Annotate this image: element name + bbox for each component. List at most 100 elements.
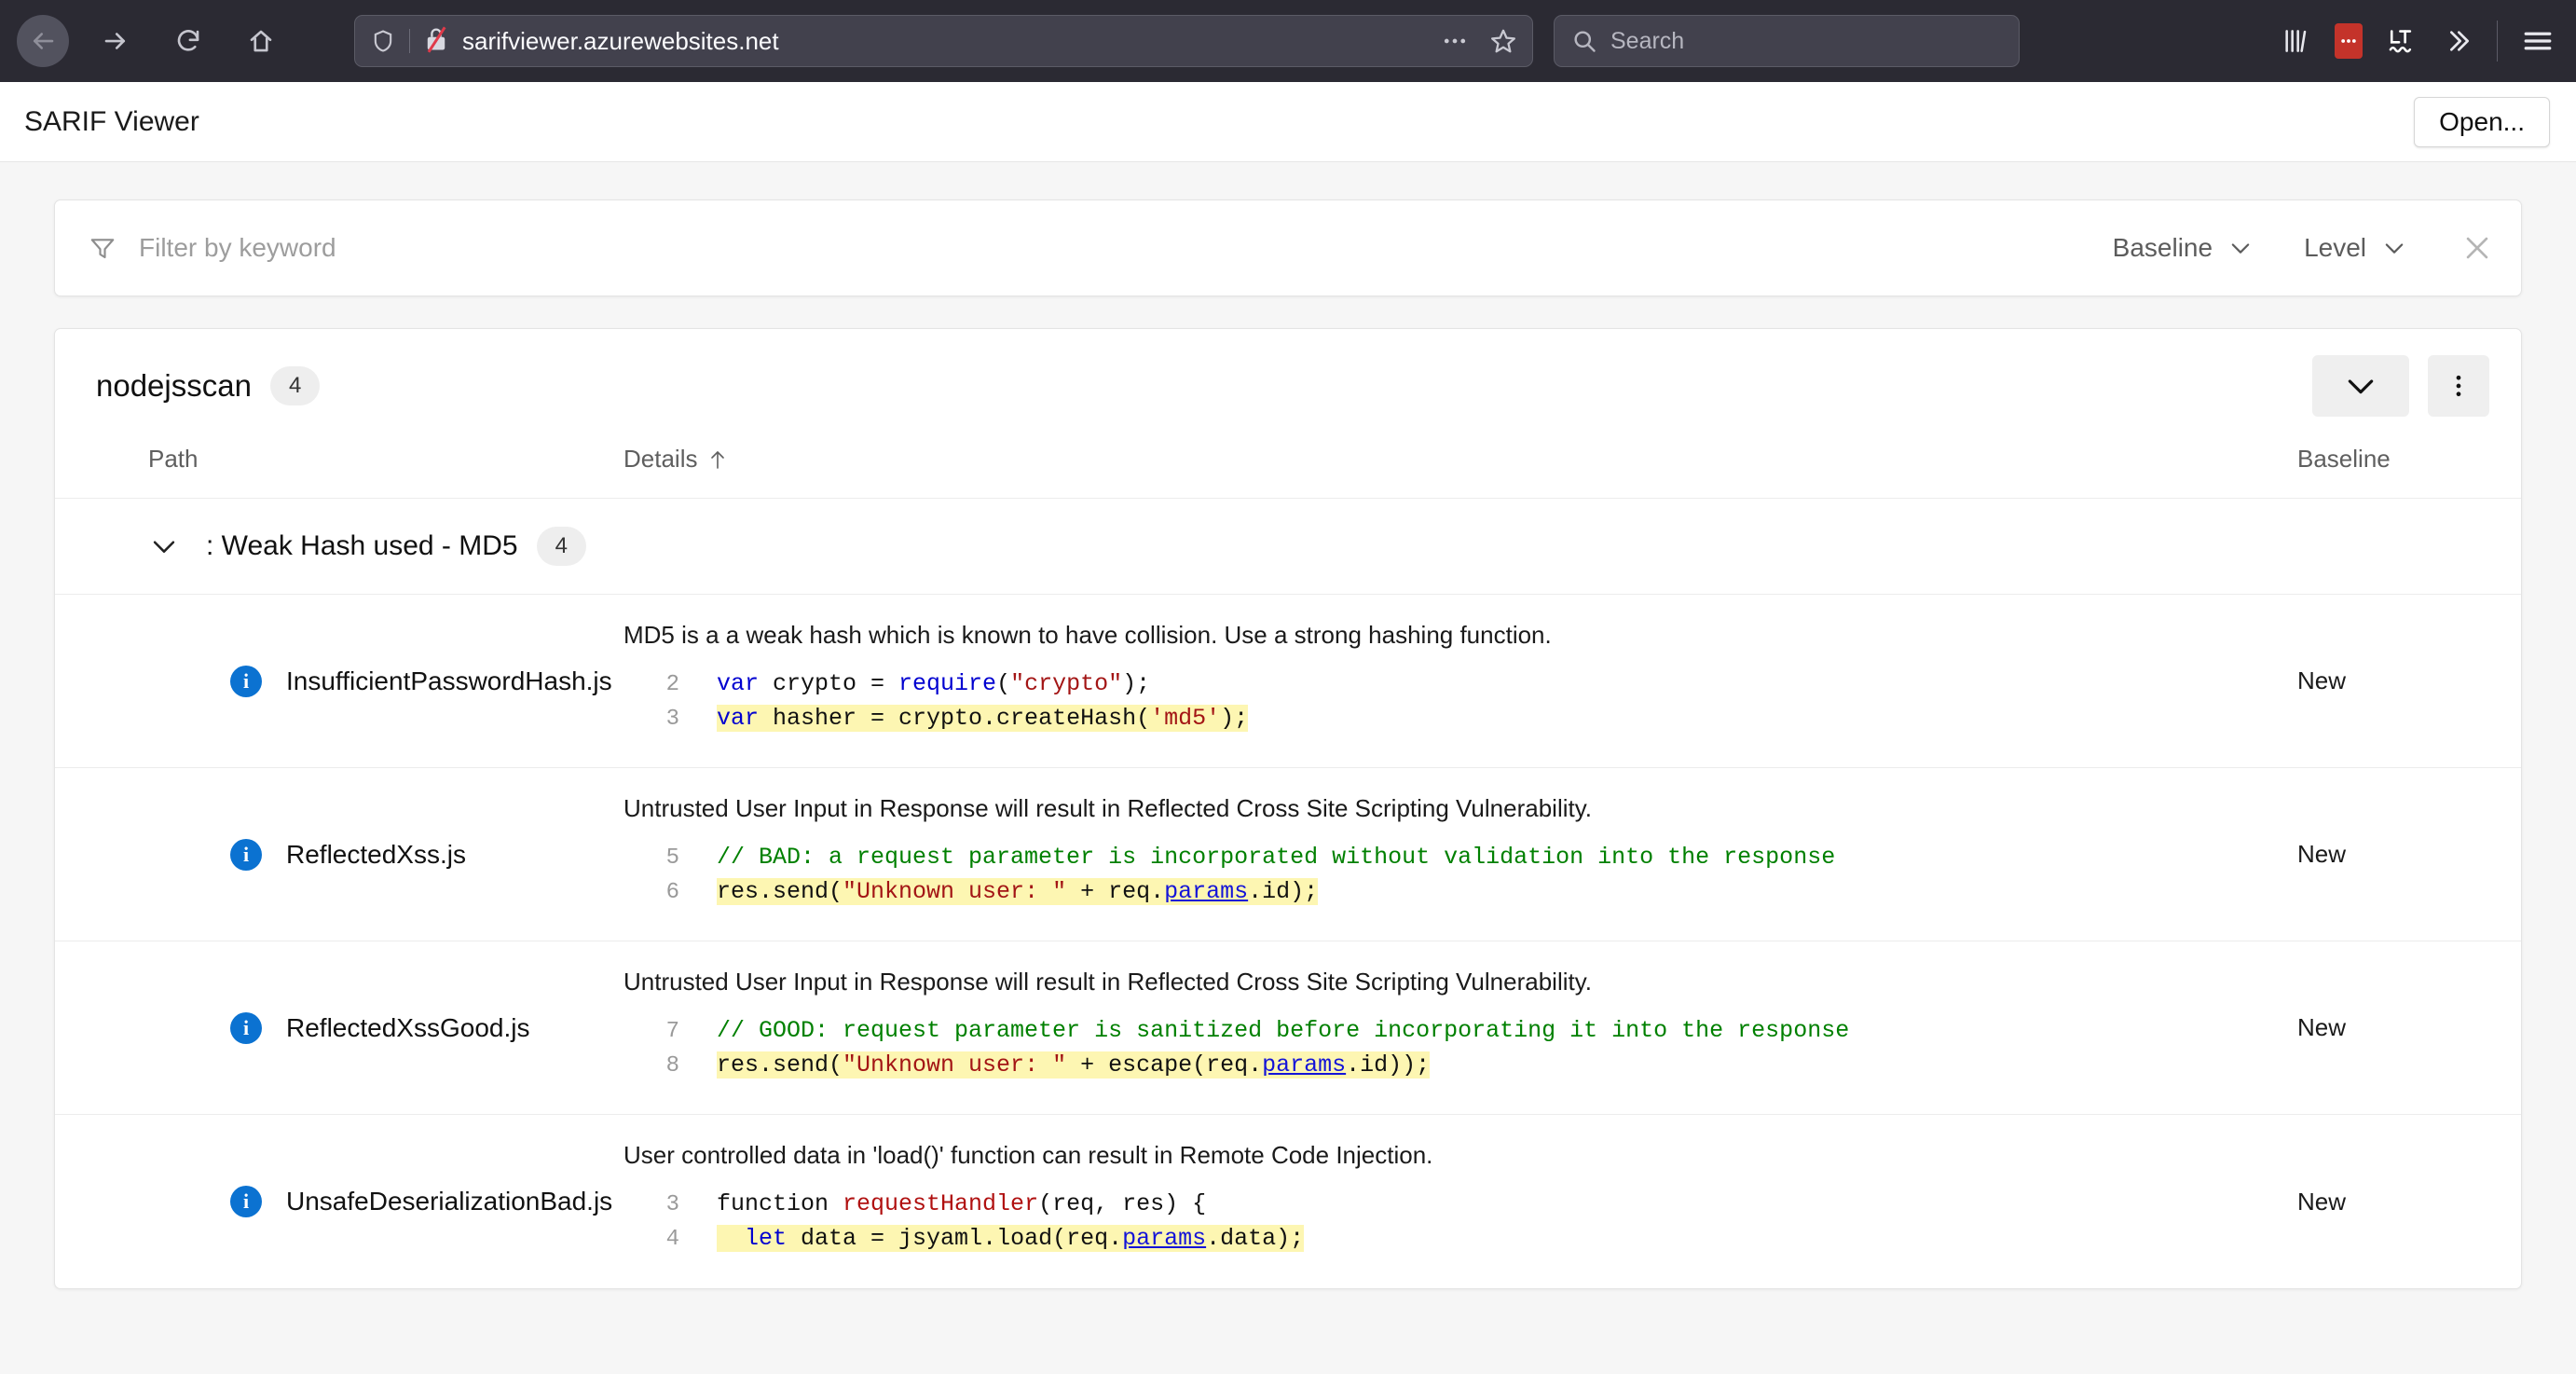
column-header-path[interactable]: Path [55,445,614,474]
code-token-str: "crypto" [1010,670,1122,697]
table-column-headers: Path Details Baseline [55,437,2521,499]
row-path-cell: i UnsafeDeserializationBad.js [55,1115,614,1288]
row-file-name[interactable]: ReflectedXssGood.js [286,1013,529,1043]
chevron-down-icon [2381,235,2407,261]
back-button[interactable] [17,15,69,67]
info-icon: i [230,666,262,697]
row-baseline: New [2241,1115,2521,1288]
code-line-number: 6 [623,880,679,905]
code-token-kw: var [717,705,759,732]
code-token-link[interactable]: params [1262,1051,1346,1079]
shield-icon[interactable] [370,28,396,54]
chevron-down-icon [2342,367,2379,405]
code-token-pln: hasher = crypto.createHash( [759,705,1150,732]
column-header-baseline[interactable]: Baseline [2241,445,2521,474]
table-row[interactable]: i InsufficientPasswordHash.js MD5 is a a w… [55,595,2521,768]
code-line-text: res.send("Unknown user: " + req.params.i… [717,878,1318,905]
library-icon[interactable] [2281,26,2310,56]
code-line: 2var crypto = require("crypto"); [623,670,2232,697]
code-token-pln: (req, res) { [1038,1190,1206,1217]
code-token-pln: + escape(req. [1066,1051,1262,1079]
ellipsis-icon[interactable] [1441,27,1469,55]
code-token-kw: var [717,670,759,697]
code-line: 8res.send("Unknown user: " + escape(req.… [623,1051,2232,1079]
reload-button[interactable] [162,15,214,67]
results-card: nodejsscan 4 Path Details [54,328,2522,1289]
funnel-icon [89,234,116,262]
code-token-str: 'md5' [1150,705,1220,732]
code-line-text: // BAD: a request parameter is incorpora… [717,844,1835,871]
star-icon[interactable] [1489,27,1517,55]
code-line-text: // GOOD: request parameter is sanitized … [717,1017,1849,1044]
code-line: 3function requestHandler(req, res) { [623,1190,2232,1217]
code-line-text: var hasher = crypto.createHash('md5'); [717,705,1248,732]
hamburger-menu-icon[interactable] [2522,25,2554,57]
code-line-number: 5 [623,845,679,871]
browser-search-bar[interactable]: Search [1554,15,2020,67]
broken-lock-icon[interactable] [423,25,449,58]
code-line-text: var crypto = require("crypto"); [717,670,1150,697]
chevrons-right-icon[interactable] [2443,26,2473,56]
code-token-link[interactable]: params [1164,878,1248,905]
column-header-details[interactable]: Details [614,445,2241,474]
table-row[interactable]: i ReflectedXss.js Untrusted User Input in … [55,768,2521,941]
info-icon: i [230,839,262,871]
languagetool-icon[interactable] [2387,25,2418,57]
row-message: Untrusted User Input in Response will re… [623,794,2232,823]
code-token-pln: ); [1220,705,1248,732]
row-message: Untrusted User Input in Response will re… [623,968,2232,996]
code-token-red: requestHandler [843,1190,1038,1217]
row-baseline: New [2241,595,2521,767]
table-row[interactable]: i UnsafeDeserializationBad.jsUser control… [55,1115,2521,1288]
sort-ascending-arrow-icon [706,447,729,473]
row-baseline: New [2241,768,2521,941]
collapse-all-button[interactable] [2312,355,2409,417]
code-token-fn: require [898,670,996,697]
row-file-name[interactable]: ReflectedXss.js [286,840,466,870]
code-line-text: function requestHandler(req, res) { [717,1190,1206,1217]
result-group-header[interactable]: : Weak Hash used - MD5 4 [55,499,2521,595]
code-token-pln: crypto = [759,670,898,697]
forward-arrow-icon [102,27,130,55]
table-row[interactable]: iReflectedXssGood.js Untrusted User Input… [55,941,2521,1115]
toolbar-divider [2497,21,2498,62]
tool-result-count: 4 [270,366,320,405]
home-button[interactable] [235,15,287,67]
row-message: MD5 is a a weak hash which is known to h… [623,621,2232,650]
info-icon: i [230,1186,262,1217]
row-details-cell: Untrusted User Input in Response will re… [614,768,2241,941]
row-path-cell: i InsufficientPasswordHash.js [55,595,614,767]
row-path-cell: iReflectedXssGood.js [55,941,614,1114]
code-line-text: let data = jsyaml.load(req.params.data); [717,1225,1304,1252]
code-token-com: // BAD: a request parameter is incorpora… [717,844,1835,871]
code-token-link[interactable]: params [1122,1225,1206,1252]
code-line-text: res.send("Unknown user: " + escape(req.p… [717,1051,1430,1079]
row-file-name[interactable]: UnsafeDeserializationBad.js [286,1187,612,1216]
code-token-pln: .id)); [1346,1051,1430,1079]
filter-input[interactable] [137,232,2062,264]
row-file-name[interactable]: InsufficientPasswordHash.js [286,666,612,696]
extension-icon[interactable] [2335,23,2363,59]
address-bar[interactable]: sarifviewer.azurewebsites.net [354,15,1533,67]
code-line: 4 let data = jsyaml.load(req.params.data… [623,1225,2232,1252]
search-icon [1571,28,1597,54]
row-details-cell: User controlled data in 'load()' functio… [614,1115,2241,1288]
url-text: sarifviewer.azurewebsites.net [462,27,1432,56]
baseline-filter-dropdown[interactable]: Baseline [2113,233,2254,263]
code-token-pln [717,1225,745,1252]
code-token-pln: + req. [1066,878,1164,905]
baseline-filter-label: Baseline [2113,233,2213,263]
code-line: 6 res.send("Unknown user: " + req.params.… [623,878,2232,905]
forward-button[interactable] [89,15,142,67]
code-line-number: 7 [623,1019,679,1044]
row-code-snippet: 3function requestHandler(req, res) { 4 le… [623,1190,2232,1252]
code-token-pln: res.send( [717,878,843,905]
level-filter-dropdown[interactable]: Level [2304,233,2407,263]
code-token-com: // GOOD: request parameter is sanitized … [717,1017,1849,1044]
browser-nav-buttons [17,15,287,67]
open-button[interactable]: Open... [2414,97,2550,147]
tool-menu-button[interactable] [2428,355,2489,417]
code-line-number: 4 [623,1227,679,1252]
close-icon[interactable] [2461,232,2493,264]
reload-icon [174,27,202,55]
